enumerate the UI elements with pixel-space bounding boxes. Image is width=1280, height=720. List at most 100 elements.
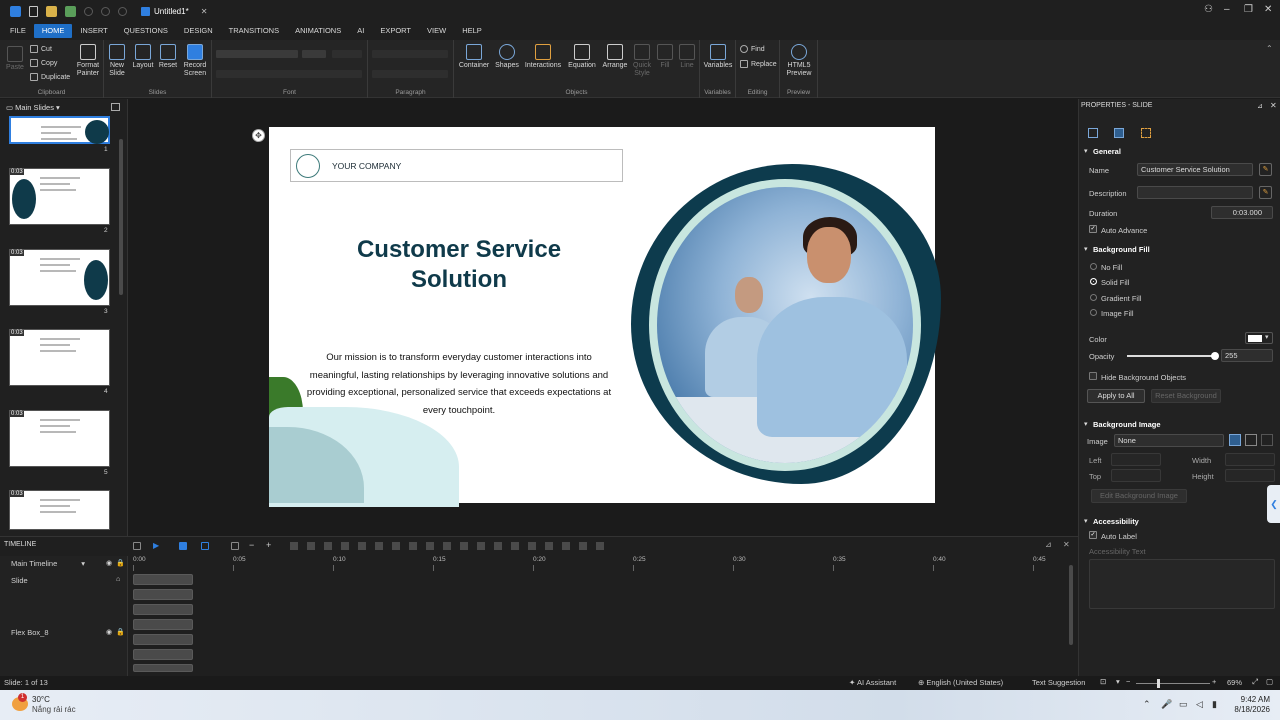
- main-slides-dropdown[interactable]: ▭ Main Slides ▾: [6, 103, 60, 112]
- company-header-box[interactable]: YOUR COMPANY: [290, 149, 623, 182]
- menu-file[interactable]: FILE: [2, 24, 34, 38]
- move-handle-icon[interactable]: ✥: [252, 129, 265, 142]
- stop-icon[interactable]: [179, 542, 187, 550]
- fit-window-icon[interactable]: ⤢: [1252, 677, 1258, 687]
- reset-button[interactable]: Reset: [156, 44, 180, 70]
- close-window-icon[interactable]: ✕: [1264, 4, 1272, 15]
- menu-ai[interactable]: AI: [349, 24, 372, 38]
- background-image-section-title[interactable]: Background Image: [1093, 420, 1161, 429]
- timeline-bar[interactable]: [133, 604, 193, 615]
- close-panel-icon[interactable]: ✕: [1270, 101, 1277, 110]
- panel-view-icon[interactable]: [111, 103, 120, 111]
- image-select[interactable]: None: [1114, 434, 1224, 447]
- arrange-button[interactable]: Arrange: [600, 44, 630, 70]
- find-button[interactable]: Find: [740, 45, 765, 53]
- side-expand-tab-icon[interactable]: ❮: [1267, 485, 1280, 523]
- slide[interactable]: YOUR COMPANY Customer Service Solution O…: [269, 127, 941, 507]
- record-screen-button[interactable]: Record Screen: [180, 44, 210, 78]
- edit-description-icon[interactable]: ✎: [1259, 186, 1272, 199]
- auto-advance-checkbox[interactable]: ✓: [1089, 225, 1097, 233]
- edit-name-icon[interactable]: ✎: [1259, 163, 1272, 176]
- auto-label-checkbox[interactable]: ✓: [1089, 531, 1097, 539]
- accessibility-text-area[interactable]: [1089, 559, 1275, 609]
- zoom-out-status-icon[interactable]: −: [1126, 677, 1130, 686]
- html5-preview-button[interactable]: HTML5 Preview: [781, 44, 817, 78]
- menu-help[interactable]: HELP: [454, 24, 490, 38]
- visibility-icon[interactable]: ◉: [106, 559, 112, 567]
- slide-thumbnail[interactable]: 0:03: [9, 410, 110, 467]
- text-suggestion-button[interactable]: Text Suggestion: [1032, 678, 1085, 687]
- slide-thumbnail[interactable]: 0:03: [9, 168, 110, 225]
- document-tab[interactable]: Untitled1* ✕: [141, 6, 208, 16]
- slide-thumbnail[interactable]: [9, 116, 110, 144]
- font-size-select[interactable]: [302, 50, 326, 58]
- zoom-slider-thumb[interactable]: [1157, 679, 1160, 688]
- opacity-field[interactable]: 255: [1221, 349, 1273, 362]
- tag-icon[interactable]: ⌂: [116, 576, 120, 583]
- layout-properties-tab-icon[interactable]: [1114, 128, 1124, 138]
- zoom-out-icon[interactable]: −: [249, 541, 257, 550]
- paste-button[interactable]: Paste: [4, 46, 26, 72]
- font-size-buttons[interactable]: [332, 50, 362, 58]
- close-tab-icon[interactable]: ✕: [201, 7, 208, 16]
- layer-lock-icon[interactable]: 🔒: [116, 628, 125, 636]
- timeline-bar[interactable]: [133, 664, 193, 672]
- font-style-buttons[interactable]: [216, 70, 362, 78]
- new-slide-button[interactable]: New Slide: [106, 44, 128, 78]
- line-button[interactable]: Line: [676, 44, 698, 70]
- slide-thumbnail[interactable]: 0:03: [9, 490, 110, 530]
- no-fill-radio[interactable]: [1090, 263, 1097, 270]
- zoom-slider[interactable]: [1136, 679, 1210, 688]
- new-file-icon[interactable]: [29, 5, 38, 17]
- interactions-button[interactable]: Interactions: [522, 44, 564, 70]
- timeline-bar[interactable]: [133, 634, 193, 645]
- container-button[interactable]: Container: [456, 44, 492, 70]
- redo-icon[interactable]: [101, 6, 110, 16]
- microphone-icon[interactable]: 🎤: [1161, 699, 1172, 710]
- zoom-in-status-icon[interactable]: +: [1212, 677, 1216, 686]
- timeline-tools[interactable]: [290, 542, 610, 550]
- opacity-slider[interactable]: [1127, 352, 1219, 360]
- slide-panel-scrollbar[interactable]: [119, 139, 123, 295]
- restore-icon[interactable]: ❐: [1244, 4, 1253, 15]
- timeline-bar[interactable]: [133, 574, 193, 585]
- delete-image-icon[interactable]: [1261, 434, 1273, 446]
- view-dropdown-icon[interactable]: ▾: [1116, 677, 1120, 686]
- quick-style-button[interactable]: Quick Style: [630, 44, 654, 78]
- network-icon[interactable]: ▭: [1179, 699, 1188, 710]
- cut-button[interactable]: Cut: [30, 45, 52, 53]
- image-file-icon[interactable]: [1245, 434, 1257, 446]
- edit-background-image-button[interactable]: Edit Background Image: [1091, 489, 1187, 503]
- menu-home[interactable]: HOME: [33, 24, 73, 38]
- play-icon[interactable]: ▶: [153, 542, 161, 550]
- main-timeline-dropdown[interactable]: Main Timeline ▾: [11, 559, 85, 568]
- zoom-in-icon[interactable]: +: [266, 541, 274, 550]
- clock-date[interactable]: 8/18/2026: [1228, 705, 1270, 714]
- opacity-slider-thumb[interactable]: [1211, 352, 1219, 360]
- volume-icon[interactable]: ◁: [1196, 699, 1203, 710]
- font-family-select[interactable]: [216, 50, 298, 58]
- customer-service-photo[interactable]: [657, 187, 913, 463]
- background-fill-collapse-icon[interactable]: ▾: [1084, 245, 1088, 253]
- slide-thumbnail[interactable]: 0:03: [9, 329, 110, 386]
- menu-questions[interactable]: QUESTIONS: [116, 24, 176, 38]
- name-field[interactable]: Customer Service Solution: [1137, 163, 1253, 176]
- apply-to-all-button[interactable]: Apply to All: [1087, 389, 1145, 403]
- selection-properties-tab-icon[interactable]: [1141, 128, 1151, 138]
- timeline-row-slide[interactable]: Slide: [11, 576, 28, 585]
- timeline-pin-icon[interactable]: ⊿: [1045, 540, 1052, 549]
- shapes-button[interactable]: Shapes: [492, 44, 522, 70]
- marker-icon[interactable]: [201, 542, 209, 550]
- timeline-bar[interactable]: [133, 589, 193, 600]
- ai-assistant-button[interactable]: ✦ AI Assistant: [849, 678, 896, 687]
- lock-icon[interactable]: 🔒: [116, 559, 125, 567]
- color-picker[interactable]: ▾: [1245, 332, 1273, 344]
- timeline-bar[interactable]: [133, 619, 193, 630]
- slide-title[interactable]: Customer Service Solution: [319, 235, 599, 295]
- reset-background-button[interactable]: Reset Background: [1151, 389, 1221, 403]
- duration-field[interactable]: 0:03.000: [1211, 206, 1273, 219]
- timeline-close-icon[interactable]: ✕: [1063, 540, 1070, 549]
- accessibility-collapse-icon[interactable]: ▾: [1084, 517, 1088, 525]
- left-field[interactable]: [1111, 453, 1161, 466]
- menu-design[interactable]: DESIGN: [176, 24, 221, 38]
